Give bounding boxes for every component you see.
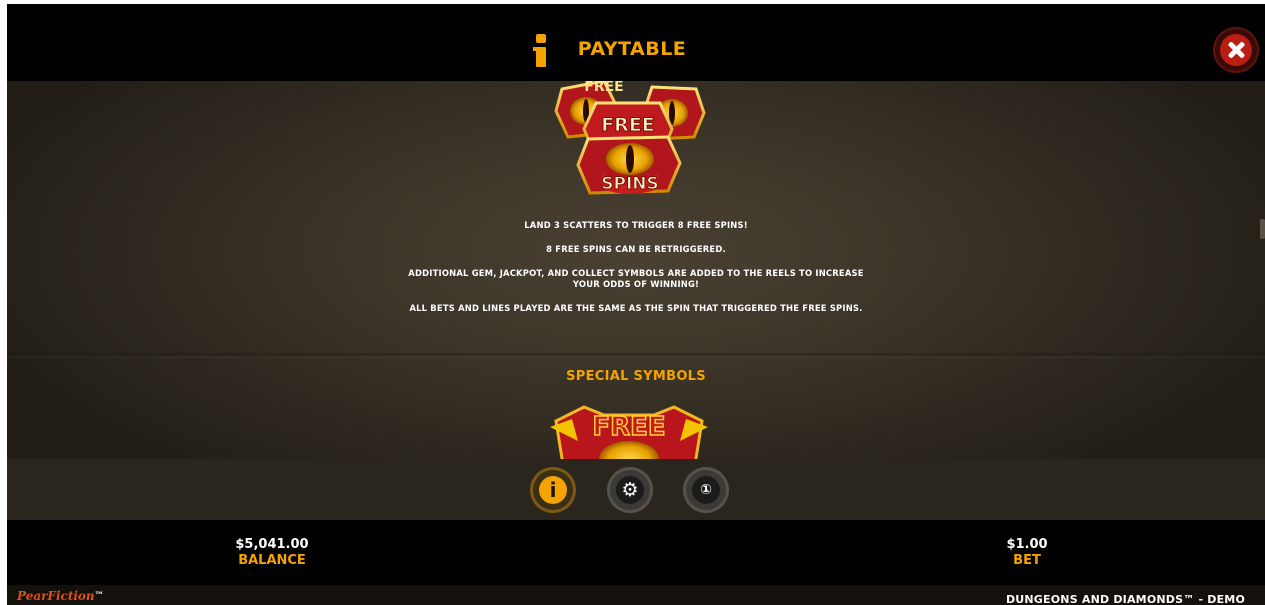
game-window: PAYTABLE FREE SPINS FREE LAND 3 SCATTERS… (7, 4, 1265, 605)
brand-name: PearFiction (17, 589, 95, 603)
close-button[interactable] (1213, 27, 1259, 73)
symbol-spins-label: SPINS (601, 174, 659, 194)
rule-text: 8 FREE SPINS CAN BE RETRIGGERED. (546, 244, 726, 254)
symbol-free-label-back: FREE (584, 81, 623, 95)
free-spins-rules: LAND 3 SCATTERS TO TRIGGER 8 FREE SPINS!… (407, 220, 865, 327)
paytable-content[interactable]: FREE SPINS FREE LAND 3 SCATTERS TO TRIGG… (7, 81, 1265, 459)
close-icon (1220, 34, 1252, 66)
rule-text: ALL BETS AND LINES PLAYED ARE THE SAME A… (409, 303, 863, 313)
brand-logo: PearFiction™ (17, 588, 104, 604)
info-icon (533, 34, 548, 68)
brand-trademark: ™ (94, 591, 104, 601)
menu-bar: i ⚙ ① (7, 459, 1265, 520)
bet-display: $1.00 BET (987, 537, 1067, 569)
free-spins-symbol-preview: FREE (550, 405, 708, 459)
info-button[interactable]: i (530, 467, 576, 513)
settings-button[interactable]: ⚙ (607, 467, 653, 513)
symbol-free-label: FREE (592, 412, 665, 442)
game-history-button[interactable]: ① (683, 467, 729, 513)
info-icon: i (549, 478, 557, 502)
gear-icon: ⚙ (621, 479, 639, 501)
symbol-free-label: FREE (601, 114, 655, 136)
free-spins-scatter-symbol: FREE SPINS FREE (554, 81, 706, 195)
status-bar: $5,041.00 BALANCE $1.00 BET (7, 520, 1265, 585)
balance-value: $5,041.00 (235, 537, 309, 552)
bet-value: $1.00 (1006, 537, 1048, 552)
paytable-header: PAYTABLE (7, 4, 1265, 81)
footer: PearFiction™ DUNGEONS AND DIAMONDS™ - DE… (7, 585, 1265, 605)
bet-label: BET (1013, 553, 1041, 568)
top-strip (0, 0, 1265, 4)
scrollbar-thumb[interactable] (1260, 219, 1265, 239)
award-ribbon-icon: ① (700, 482, 712, 498)
page-title: PAYTABLE (577, 38, 687, 60)
balance-display: $5,041.00 BALANCE (207, 537, 337, 569)
game-title: DUNGEONS AND DIAMONDS™ - DEMO (1005, 593, 1245, 605)
rule-text: ADDITIONAL GEM, JACKPOT, AND COLLECT SYM… (408, 268, 864, 289)
section-title: SPECIAL SYMBOLS (566, 369, 706, 384)
section-divider (7, 353, 1265, 358)
balance-label: BALANCE (238, 553, 306, 568)
game-frame: PAYTABLE FREE SPINS FREE LAND 3 SCATTERS… (0, 0, 1265, 605)
rule-text: LAND 3 SCATTERS TO TRIGGER 8 FREE SPINS! (524, 220, 748, 230)
